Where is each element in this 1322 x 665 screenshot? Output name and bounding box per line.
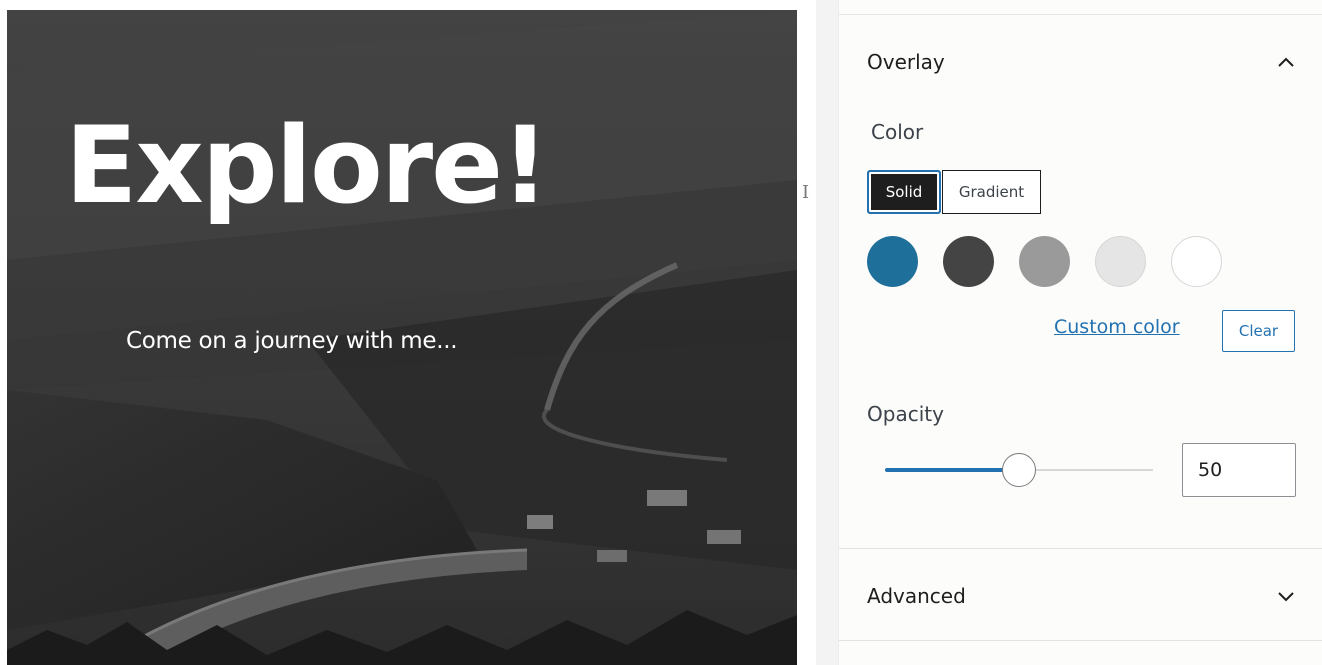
chevron-down-icon [1278,592,1294,602]
swatch-white[interactable] [1171,236,1222,287]
swatch-gray[interactable] [1019,236,1070,287]
cover-title[interactable]: Explore! [65,107,549,225]
chevron-up-icon [1278,57,1294,67]
cover-subtitle[interactable]: Come on a journey with me... [126,328,458,354]
editor-gutter [797,0,816,665]
clear-button[interactable]: Clear [1222,310,1295,352]
slider-fill [885,468,1019,472]
slider-thumb[interactable] [1002,453,1036,487]
opacity-slider[interactable] [885,452,1153,488]
cover-block[interactable]: Explore! Come on a journey with me... [7,10,797,665]
section-divider [839,548,1322,549]
color-label: Color [871,120,924,144]
inspector-content: Overlay Color Solid Gradient Custom colo… [838,0,1322,665]
color-type-toggle: Solid Gradient [867,170,1041,214]
block-inspector-panel: Overlay Color Solid Gradient Custom colo… [816,0,1322,665]
overlay-section-toggle[interactable]: Overlay [839,34,1322,90]
swatch-blue[interactable] [867,236,918,287]
swatch-dark-gray[interactable] [943,236,994,287]
gradient-tab[interactable]: Gradient [942,170,1041,214]
advanced-section-title: Advanced [867,584,966,608]
section-divider-bottom [839,640,1322,641]
solid-tab[interactable]: Solid [867,170,941,214]
opacity-label: Opacity [867,402,944,426]
opacity-input[interactable]: 50 [1182,443,1296,497]
overlay-section-title: Overlay [867,50,945,74]
advanced-section-toggle[interactable]: Advanced [839,568,1322,624]
custom-color-link[interactable]: Custom color [1054,316,1180,338]
text-cursor-icon: I [802,182,810,203]
panel-top-divider [839,14,1322,15]
swatch-light-gray[interactable] [1095,236,1146,287]
color-palette [867,236,1222,287]
